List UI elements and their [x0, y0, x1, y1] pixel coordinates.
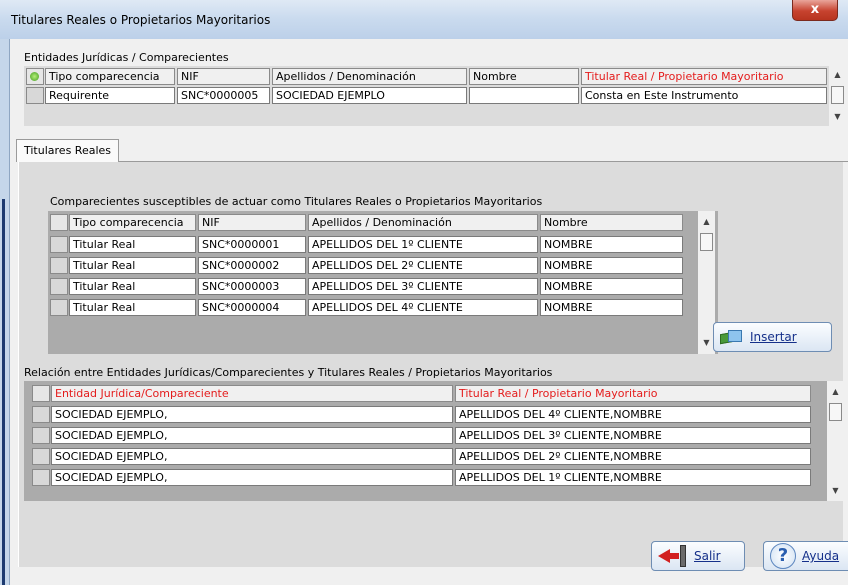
cell-apellidos[interactable]: SOCIEDAD EJEMPLO	[272, 87, 467, 104]
row-selector[interactable]	[32, 427, 50, 444]
relations-group-title: Relación entre Entidades Jurídicas/Compa…	[24, 366, 553, 379]
cell-nombre[interactable]: NOMBRE	[540, 257, 683, 274]
header-selector[interactable]	[26, 68, 44, 85]
col-header-nombre[interactable]: Nombre	[540, 214, 683, 231]
insert-icon	[720, 327, 744, 347]
candidates-grid: Tipo comparecencia NIF Apellidos / Denom…	[48, 211, 718, 354]
insert-button-label: Insertar	[750, 330, 797, 344]
col-header-apellidos[interactable]: Apellidos / Denominación	[272, 68, 467, 85]
row-selector[interactable]	[26, 87, 44, 104]
cell-titular[interactable]: APELLIDOS DEL 1º CLIENTE,NOMBRE	[455, 469, 811, 486]
cell-apellidos[interactable]: APELLIDOS DEL 3º CLIENTE	[308, 278, 538, 295]
status-dot-icon	[30, 72, 39, 81]
cell-tipo[interactable]: Titular Real	[69, 299, 196, 316]
help-icon: ?	[770, 543, 796, 569]
scroll-thumb[interactable]	[700, 233, 713, 251]
cell-nif[interactable]: SNC*0000002	[198, 257, 306, 274]
close-button[interactable]: x	[792, 0, 838, 21]
cell-titular[interactable]: APELLIDOS DEL 2º CLIENTE,NOMBRE	[455, 448, 811, 465]
header-selector[interactable]	[32, 385, 50, 402]
scroll-up-icon[interactable]: ▲	[827, 385, 844, 399]
cell-tipo[interactable]: Titular Real	[69, 236, 196, 253]
cell-nombre[interactable]: NOMBRE	[540, 278, 683, 295]
help-button-label: Ayuda	[802, 549, 840, 563]
cell-nif[interactable]: SNC*0000003	[198, 278, 306, 295]
candidates-group-title: Comparecientes susceptibles de actuar co…	[50, 195, 543, 208]
close-icon: x	[810, 2, 820, 17]
cell-entidad[interactable]: SOCIEDAD EJEMPLO,	[51, 469, 453, 486]
scroll-down-icon[interactable]: ▼	[827, 484, 844, 498]
window-left-frame	[0, 39, 10, 585]
help-button[interactable]: ? Ayuda	[763, 541, 848, 571]
row-selector[interactable]	[50, 236, 68, 253]
tab-titulares-reales[interactable]: Titulares Reales	[16, 139, 120, 162]
cell-apellidos[interactable]: APELLIDOS DEL 4º CLIENTE	[308, 299, 538, 316]
entities-scrollbar[interactable]: ▲ ▼	[829, 66, 846, 126]
dialog-client-area: Entidades Jurídicas / Comparecientes Tip…	[10, 39, 848, 585]
cell-titular[interactable]: APELLIDOS DEL 3º CLIENTE,NOMBRE	[455, 427, 811, 444]
cell-apellidos[interactable]: APELLIDOS DEL 2º CLIENTE	[308, 257, 538, 274]
cell-nif[interactable]: SNC*0000001	[198, 236, 306, 253]
col-header-nif[interactable]: NIF	[198, 214, 306, 231]
scroll-thumb[interactable]	[831, 86, 844, 104]
cell-entidad[interactable]: SOCIEDAD EJEMPLO,	[51, 427, 453, 444]
row-selector[interactable]	[50, 299, 68, 316]
col-header-nombre[interactable]: Nombre	[469, 68, 579, 85]
entities-group-title: Entidades Jurídicas / Comparecientes	[24, 51, 229, 64]
relations-grid: Entidad Jurídica/Compareciente Titular R…	[24, 381, 844, 501]
col-header-titular[interactable]: Titular Real / Propietario Mayoritario	[455, 385, 811, 402]
exit-icon	[658, 545, 688, 567]
scroll-up-icon[interactable]: ▲	[698, 215, 715, 229]
exit-button[interactable]: Salir	[651, 541, 745, 571]
insert-button[interactable]: Insertar	[713, 322, 832, 352]
header-selector[interactable]	[50, 214, 68, 231]
exit-button-label: Salir	[694, 549, 721, 563]
scroll-thumb[interactable]	[829, 403, 842, 421]
row-selector[interactable]	[32, 406, 50, 423]
cell-entidad[interactable]: SOCIEDAD EJEMPLO,	[51, 406, 453, 423]
cell-tipo[interactable]: Titular Real	[69, 257, 196, 274]
cell-titular[interactable]: APELLIDOS DEL 4º CLIENTE,NOMBRE	[455, 406, 811, 423]
relations-scrollbar[interactable]: ▲ ▼	[827, 381, 844, 501]
cell-tipo[interactable]: Requirente	[45, 87, 175, 104]
col-header-tipo[interactable]: Tipo comparecencia	[45, 68, 175, 85]
cell-entidad[interactable]: SOCIEDAD EJEMPLO,	[51, 448, 453, 465]
cell-nif[interactable]: SNC*0000004	[198, 299, 306, 316]
col-header-titular[interactable]: Titular Real / Propietario Mayoritario	[581, 68, 827, 85]
cell-apellidos[interactable]: APELLIDOS DEL 1º CLIENTE	[308, 236, 538, 253]
row-selector[interactable]	[32, 469, 50, 486]
cell-nombre[interactable]	[469, 87, 579, 104]
scroll-up-icon[interactable]: ▲	[829, 68, 846, 82]
row-selector[interactable]	[50, 257, 68, 274]
cell-titular[interactable]: Consta en Este Instrumento	[581, 87, 827, 104]
cell-nombre[interactable]: NOMBRE	[540, 299, 683, 316]
title-bar: Titulares Reales o Propietarios Mayorita…	[0, 0, 848, 39]
cell-nif[interactable]: SNC*0000005	[177, 87, 270, 104]
cell-nombre[interactable]: NOMBRE	[540, 236, 683, 253]
row-selector[interactable]	[32, 448, 50, 465]
col-header-entidad[interactable]: Entidad Jurídica/Compareciente	[51, 385, 453, 402]
window-title: Titulares Reales o Propietarios Mayorita…	[11, 13, 271, 27]
col-header-nif[interactable]: NIF	[177, 68, 270, 85]
col-header-apellidos[interactable]: Apellidos / Denominación	[308, 214, 538, 231]
scroll-down-icon[interactable]: ▼	[829, 110, 846, 124]
row-selector[interactable]	[50, 278, 68, 295]
col-header-tipo[interactable]: Tipo comparecencia	[69, 214, 196, 231]
entities-grid: Tipo comparecencia NIF Apellidos / Denom…	[24, 66, 846, 126]
cell-tipo[interactable]: Titular Real	[69, 278, 196, 295]
